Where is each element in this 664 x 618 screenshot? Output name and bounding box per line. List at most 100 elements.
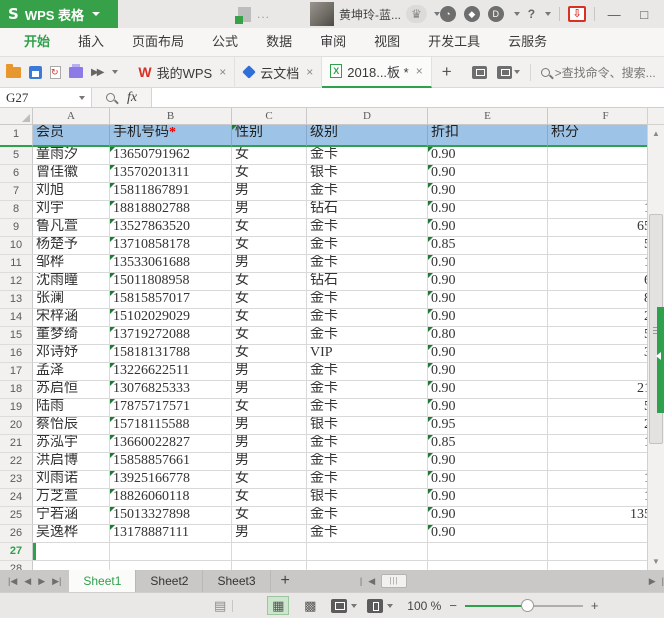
h-scrollbar-thumb[interactable]: ||| [381, 574, 407, 588]
cell-member-name[interactable]: 邹桦 [33, 255, 110, 273]
row-number[interactable]: 12 [0, 273, 33, 291]
cell-gender[interactable]: 男 [232, 417, 307, 435]
cell-header-phone[interactable]: 手机号码* [110, 125, 232, 147]
row-number[interactable]: 24 [0, 489, 33, 507]
cell-gender[interactable]: 女 [232, 219, 307, 237]
help-button[interactable]: ? [528, 7, 535, 21]
cell-gender[interactable]: 女 [232, 327, 307, 345]
cell-phone[interactable]: 15102029029 [110, 309, 232, 327]
cell-member-name[interactable]: 万芝萱 [33, 489, 110, 507]
cell-level[interactable]: VIP [307, 345, 428, 363]
cell-discount[interactable]: 0.90 [428, 363, 548, 381]
name-box[interactable]: G27 [0, 88, 92, 107]
cell-member-name[interactable]: 洪启博 [33, 453, 110, 471]
cell-level[interactable]: 金卡 [307, 255, 428, 273]
cell-gender[interactable]: 女 [232, 507, 307, 525]
cell-phone[interactable]: 13178887111 [110, 525, 232, 543]
cell-level[interactable]: 金卡 [307, 471, 428, 489]
column-header[interactable]: E [428, 108, 548, 125]
cell-gender[interactable]: 女 [232, 165, 307, 183]
cell-discount[interactable]: 0.90 [428, 345, 548, 363]
cell-header-level[interactable]: 级别 [307, 125, 428, 147]
membership-badge[interactable]: ♛ [406, 5, 427, 23]
cell-level[interactable] [307, 561, 428, 570]
cell-gender[interactable]: 女 [232, 147, 307, 165]
row-number[interactable]: 17 [0, 363, 33, 381]
avatar[interactable] [310, 2, 334, 26]
cell-phone[interactable] [110, 561, 232, 570]
app-logo[interactable]: S WPS 表格 [0, 0, 118, 28]
cell-phone[interactable]: 15013327898 [110, 507, 232, 525]
row-number[interactable]: 21 [0, 435, 33, 453]
cell-phone[interactable]: 13650791962 [110, 147, 232, 165]
sheet-tab[interactable]: Sheet1 [69, 570, 136, 592]
normal-view-button[interactable]: ▦ [267, 596, 289, 615]
cell-discount[interactable]: 0.90 [428, 273, 548, 291]
cell-level[interactable]: 银卡 [307, 489, 428, 507]
cell-gender[interactable]: 女 [232, 399, 307, 417]
cell-level[interactable]: 金卡 [307, 237, 428, 255]
cell-phone[interactable]: 18826060118 [110, 489, 232, 507]
cell-discount[interactable]: 0.90 [428, 471, 548, 489]
row-number[interactable]: 16 [0, 345, 33, 363]
customize-toolbar-dropdown[interactable] [112, 70, 118, 74]
cell-level[interactable]: 金卡 [307, 507, 428, 525]
cell-member-name[interactable]: 蔡怡辰 [33, 417, 110, 435]
cell-member-name[interactable]: 宋梓涵 [33, 309, 110, 327]
cell-discount[interactable]: 0.90 [428, 453, 548, 471]
ribbon-tab[interactable]: 公式 [198, 28, 252, 56]
search-box[interactable]: >查找命令、搜索... [530, 64, 656, 81]
cell-level[interactable]: 金卡 [307, 435, 428, 453]
task-pane-toggle-strip[interactable] [657, 307, 664, 413]
cell-level[interactable]: 金卡 [307, 381, 428, 399]
zoom-slider-handle[interactable] [521, 599, 534, 612]
row-number[interactable]: 19 [0, 399, 33, 417]
cell-gender[interactable] [232, 543, 307, 561]
row-number[interactable]: 22 [0, 453, 33, 471]
cell-gender[interactable]: 男 [232, 453, 307, 471]
row-number[interactable]: 23 [0, 471, 33, 489]
cell-gender[interactable]: 女 [232, 471, 307, 489]
cell-discount[interactable]: 0.90 [428, 489, 548, 507]
cell-gender[interactable]: 男 [232, 363, 307, 381]
cell-gender[interactable]: 男 [232, 255, 307, 273]
cell-member-name[interactable]: 苏启恒 [33, 381, 110, 399]
cell-phone[interactable]: 15815857017 [110, 291, 232, 309]
cell-member-name[interactable]: 孟泽 [33, 363, 110, 381]
select-all-corner[interactable] [0, 108, 33, 125]
row-number[interactable]: 18 [0, 381, 33, 399]
cell-level[interactable]: 金卡 [307, 147, 428, 165]
cell-discount[interactable]: 0.85 [428, 435, 548, 453]
close-tab-icon[interactable]: × [414, 64, 423, 78]
scroll-up-button[interactable]: ▲ [648, 125, 664, 142]
cell-phone[interactable]: 13226622511 [110, 363, 232, 381]
page-break-view-button[interactable]: ▩ [299, 596, 321, 615]
cell-phone[interactable]: 13076825333 [110, 381, 232, 399]
first-sheet-button[interactable]: |◀ [8, 576, 17, 587]
cell-member-name[interactable]: 吴逸桦 [33, 525, 110, 543]
h-scroll-right-button[interactable]: ▶ [649, 576, 656, 587]
cell-level[interactable]: 银卡 [307, 417, 428, 435]
cell-member-name[interactable]: 苏泓宇 [33, 435, 110, 453]
row-number[interactable]: 27 [0, 543, 33, 561]
cell-level[interactable]: 金卡 [307, 525, 428, 543]
sheet-tab[interactable]: Sheet3 [203, 570, 270, 592]
cell-gender[interactable]: 男 [232, 381, 307, 399]
cell-phone[interactable]: 13660022827 [110, 435, 232, 453]
cell-gender[interactable]: 女 [232, 345, 307, 363]
last-sheet-button[interactable]: ▶| [52, 576, 61, 587]
sheet-tab[interactable]: Sheet2 [136, 570, 203, 592]
cell-header-discount[interactable]: 折扣 [428, 125, 548, 147]
cell-discount[interactable]: 0.90 [428, 255, 548, 273]
cell-member-name[interactable]: 宁若涵 [33, 507, 110, 525]
share-icon[interactable]: ◔ [440, 6, 456, 22]
row-number[interactable]: 26 [0, 525, 33, 543]
row-number[interactable]: 6 [0, 165, 33, 183]
cell-member-name[interactable]: 张澜 [33, 291, 110, 309]
gem-icon[interactable]: ◆ [464, 6, 480, 22]
cell-member-name[interactable] [33, 543, 110, 561]
prev-sheet-button[interactable]: ◀ [24, 576, 31, 587]
row-number[interactable]: 20 [0, 417, 33, 435]
doc-properties-icon[interactable]: ▤ [214, 598, 226, 614]
cell-member-name[interactable]: 刘雨诺 [33, 471, 110, 489]
